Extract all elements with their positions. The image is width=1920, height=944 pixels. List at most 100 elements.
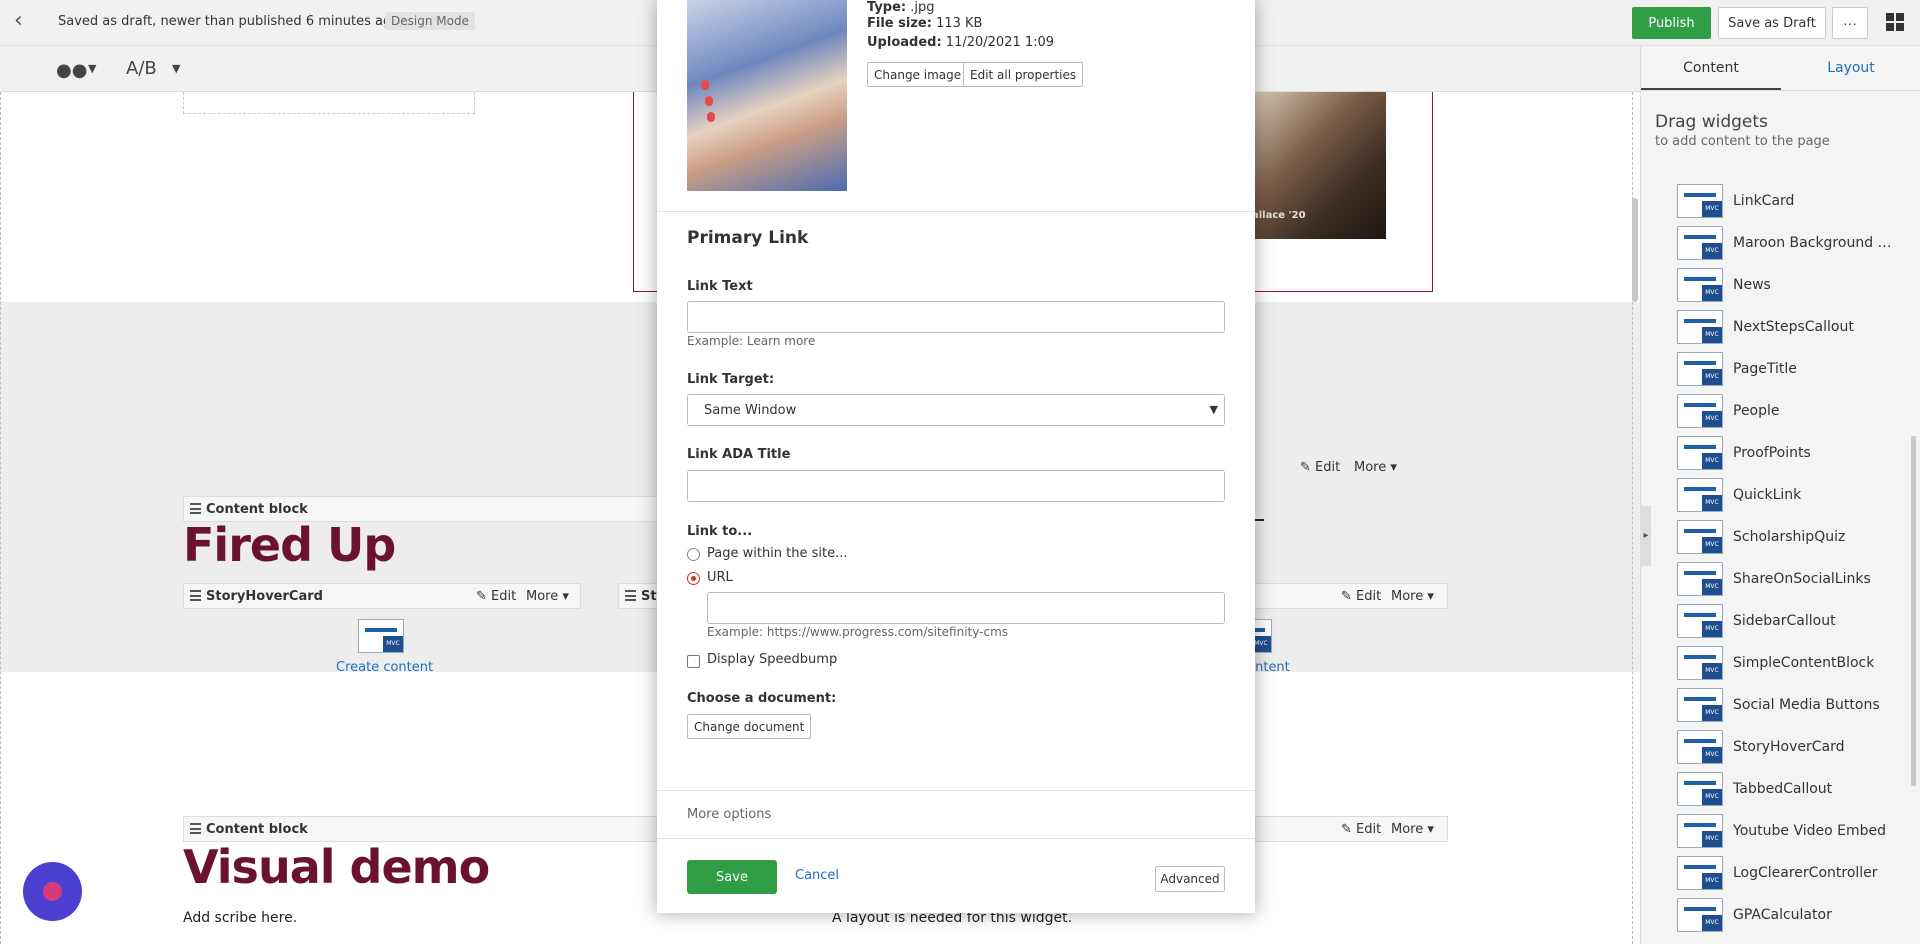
widget-item-proofpoints[interactable]: MVC ProofPoints	[1677, 432, 1897, 474]
edit-button[interactable]: ✎ Edit	[1341, 822, 1381, 837]
widget-actions-bar: ✎ Edit More ▾	[1250, 455, 1416, 481]
advanced-button[interactable]: Advanced	[1155, 866, 1225, 892]
edit-all-properties-button[interactable]: Edit all properties	[963, 62, 1084, 87]
widget-item-storyhovercard[interactable]: MVC StoryHoverCard	[1677, 726, 1897, 768]
widget-item-quicklink[interactable]: MVC QuickLink	[1677, 474, 1897, 516]
link-ada-title-label: Link ADA Title	[687, 447, 791, 462]
sidebar-scrollbar[interactable]	[1911, 436, 1916, 786]
section-divider	[657, 211, 1255, 212]
widget-item-scholarshipquiz[interactable]: MVC ScholarshipQuiz	[1677, 516, 1897, 558]
change-image-button[interactable]: Change image	[867, 62, 969, 87]
widget-item-maroon-background[interactable]: MVC Maroon Background …	[1677, 222, 1897, 264]
drag-handle-icon[interactable]	[190, 503, 201, 514]
personalization-users-icon[interactable]: ●●	[56, 60, 87, 81]
widget-item-youtube-video-embed[interactable]: MVC Youtube Video Embed	[1677, 810, 1897, 852]
edit-button[interactable]: ✎ Edit	[476, 589, 516, 604]
mvc-widget-icon: MVC	[1677, 184, 1723, 218]
mvc-widget-icon: MVC	[1677, 856, 1723, 890]
story-hover-card-header-right[interactable]: ✎ Edit More ▾	[1250, 583, 1448, 609]
chevron-down-icon[interactable]: ▼	[88, 62, 96, 75]
mvc-widget-icon: MVC	[1677, 730, 1723, 764]
drag-handle-icon[interactable]	[625, 590, 636, 601]
link-text-label: Link Text	[687, 279, 753, 294]
widget-item-news[interactable]: MVC News	[1677, 264, 1897, 306]
tab-layout[interactable]: Layout	[1781, 46, 1920, 90]
mvc-widget-icon: MVC	[1677, 352, 1723, 386]
widget-item-people[interactable]: MVC People	[1677, 390, 1897, 432]
image-widget-dialog: Type: .jpg File size: 113 KB Uploaded: 1…	[657, 0, 1255, 913]
widget-label: TabbedCallout	[1733, 781, 1833, 797]
widget-item-tabbedcallout[interactable]: MVC TabbedCallout	[1677, 768, 1897, 810]
widget-placeholder-icon: MVC	[358, 619, 404, 653]
widget-item-linkcard[interactable]: MVC LinkCard	[1677, 180, 1897, 222]
widget-label: Youtube Video Embed	[1733, 823, 1886, 839]
story-hover-card-header[interactable]: StoryHoverCard ✎ Edit More ▾	[183, 583, 581, 609]
mvc-widget-icon: MVC	[1677, 562, 1723, 596]
save-as-draft-button[interactable]: Save as Draft	[1718, 7, 1826, 39]
display-speedbump-checkbox[interactable]	[687, 655, 700, 668]
widget-item-pagetitle[interactable]: MVC PageTitle	[1677, 348, 1897, 390]
more-dropdown[interactable]: More ▾	[526, 589, 569, 604]
widget-label: LinkCard	[1733, 193, 1795, 209]
url-radio[interactable]	[687, 572, 700, 585]
story-hover-card-header-middle[interactable]: Sto	[618, 583, 666, 609]
ab-test-label[interactable]: A/B	[126, 58, 157, 79]
mvc-widget-icon: MVC	[1677, 478, 1723, 512]
publish-button[interactable]: Publish	[1632, 7, 1711, 39]
tab-content[interactable]: Content	[1641, 46, 1781, 90]
link-target-value: Same Window	[704, 403, 797, 418]
widget-label: Social Media Buttons	[1733, 697, 1880, 713]
cancel-link[interactable]: Cancel	[795, 868, 839, 883]
url-input[interactable]	[707, 592, 1225, 624]
widget-item-social-media-buttons[interactable]: MVC Social Media Buttons	[1677, 684, 1897, 726]
image-thumbnail	[687, 0, 847, 191]
link-text-input[interactable]	[687, 301, 1225, 333]
more-options-toggle[interactable]: More options	[687, 807, 771, 822]
image-uploaded-date: Uploaded: 11/20/2021 1:09	[867, 35, 1055, 50]
edit-button[interactable]: ✎ Edit	[1300, 460, 1340, 475]
content-block-header[interactable]: Content block	[183, 816, 683, 842]
image-type: Type: .jpg	[867, 0, 935, 15]
chevron-down-icon[interactable]: ▼	[172, 62, 180, 75]
widget-item-nextstepscallout[interactable]: MVC NextStepsCallout	[1677, 306, 1897, 348]
mvc-widget-icon: MVC	[1677, 268, 1723, 302]
change-document-button[interactable]: Change document	[687, 714, 812, 739]
mvc-widget-icon: MVC	[1677, 814, 1723, 848]
url-hint: Example: https://www.progress.com/sitefi…	[707, 625, 1009, 639]
canvas-scrollbar[interactable]	[1632, 198, 1638, 302]
widget-item-gpacalculator[interactable]: MVC GPACalculator	[1677, 894, 1897, 936]
link-to-label: Link to...	[687, 524, 753, 539]
link-ada-title-input[interactable]	[687, 470, 1225, 502]
edit-button[interactable]: ✎ Edit	[1341, 589, 1381, 604]
mvc-widget-icon: MVC	[1677, 898, 1723, 932]
placeholder-widget	[183, 92, 475, 114]
widget-label: GPACalculator	[1733, 907, 1832, 923]
link-target-select[interactable]: Same Window ▼	[687, 394, 1225, 426]
more-dropdown[interactable]: More ▾	[1391, 822, 1434, 837]
create-content-link[interactable]: Create content	[336, 660, 433, 675]
widgets-sidebar: Content Layout Drag widgets to add conte…	[1640, 46, 1920, 944]
widget-item-shareonsociallinks[interactable]: MVC ShareOnSocialLinks	[1677, 558, 1897, 600]
drag-handle-icon[interactable]	[190, 590, 201, 601]
collapse-sidebar-handle[interactable]: ▸	[1641, 506, 1651, 566]
more-dropdown[interactable]: More ▾	[1354, 460, 1397, 475]
widget-item-sidebarcallout[interactable]: MVC SidebarCallout	[1677, 600, 1897, 642]
content-block-actions[interactable]: ✎ Edit More ▾	[1250, 816, 1448, 842]
widget-label: PageTitle	[1733, 361, 1797, 377]
more-dropdown[interactable]: More ▾	[1391, 589, 1434, 604]
widget-label: People	[1733, 403, 1780, 419]
widget-title: StoryHoverCard	[206, 589, 323, 604]
mvc-widget-icon: MVC	[1677, 604, 1723, 638]
save-button[interactable]: Save	[687, 860, 777, 894]
back-arrow-icon[interactable]: ‹	[14, 10, 36, 33]
chat-launcher-button[interactable]	[23, 862, 82, 921]
drag-handle-icon[interactable]	[190, 823, 201, 834]
link-target-label: Link Target:	[687, 372, 775, 387]
widget-item-logclearercontroller[interactable]: MVC LogClearerController	[1677, 852, 1897, 894]
apps-grid-icon[interactable]	[1886, 13, 1904, 31]
widget-item-simplecontentblock[interactable]: MVC SimpleContentBlock	[1677, 642, 1897, 684]
scribe-text: Add scribe here.	[183, 910, 298, 926]
display-speedbump-label: Display Speedbump	[707, 652, 838, 667]
more-actions-button[interactable]: ···	[1832, 7, 1868, 39]
page-within-site-radio[interactable]	[687, 548, 700, 561]
